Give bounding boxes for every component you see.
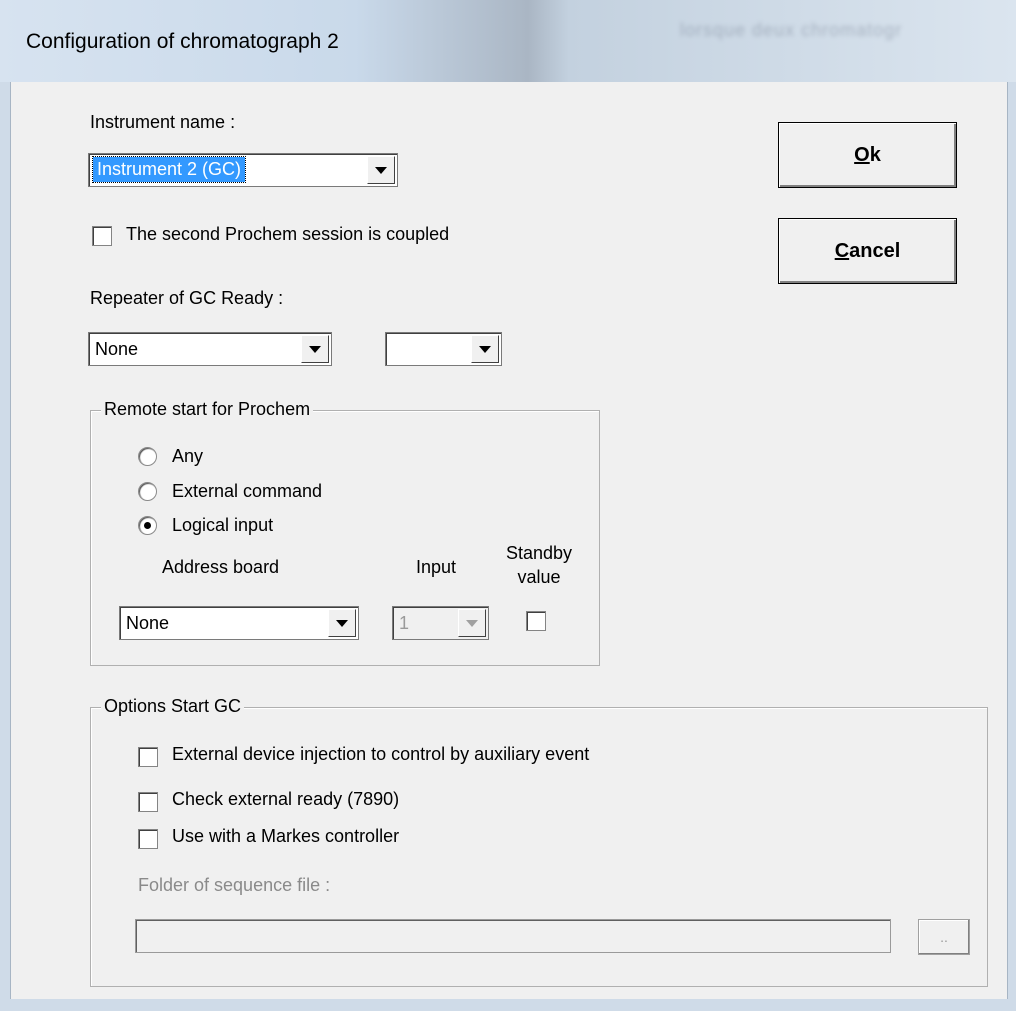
input-combo[interactable]: 1 — [392, 606, 489, 640]
dropdown-arrow-icon[interactable] — [458, 609, 486, 637]
instrument-name-value: Instrument 2 (GC) — [91, 156, 247, 183]
window-frame-bottom — [0, 999, 1016, 1011]
options-start-legend: Options Start GC — [101, 696, 245, 717]
browse-button[interactable]: .. — [918, 919, 970, 955]
radio-selected-dot-icon — [144, 522, 151, 529]
dropdown-arrow-icon[interactable] — [301, 335, 329, 363]
cancel-button[interactable]: Cancel — [778, 218, 957, 284]
ok-button[interactable]: Ok — [778, 122, 957, 188]
address-board-label: Address board — [162, 557, 280, 577]
radio-logical-input[interactable] — [138, 516, 157, 535]
markes-controller-label: Use with a Markes controller — [172, 826, 400, 846]
window-frame-left — [0, 82, 10, 1011]
radio-external-command[interactable] — [138, 482, 157, 501]
ok-button-accel: O — [854, 143, 870, 166]
dropdown-arrow-icon[interactable] — [471, 335, 499, 363]
standby-label-line2: value — [517, 567, 561, 587]
repeater-secondary-combo[interactable] — [385, 332, 502, 366]
address-board-value: None — [126, 613, 170, 633]
ok-button-label: k — [869, 143, 881, 166]
dropdown-arrow-icon[interactable] — [367, 156, 395, 184]
dropdown-arrow-icon[interactable] — [328, 609, 356, 637]
external-injection-checkbox[interactable] — [138, 747, 158, 767]
repeater-value: None — [95, 339, 139, 359]
address-board-combo[interactable]: None — [119, 606, 359, 640]
coupled-session-label: The second Prochem session is coupled — [126, 224, 450, 244]
radio-external-command-label: External command — [172, 481, 323, 501]
input-label: Input — [416, 557, 457, 577]
input-value: 1 — [399, 613, 410, 633]
external-injection-label: External device injection to control by … — [172, 744, 590, 764]
folder-sequence-label: Folder of sequence file : — [138, 875, 331, 895]
instrument-name-combo[interactable]: Instrument 2 (GC) — [88, 153, 398, 187]
radio-any[interactable] — [138, 447, 157, 466]
coupled-session-checkbox[interactable] — [92, 226, 112, 246]
repeater-label: Repeater of GC Ready : — [90, 288, 284, 308]
title-bar[interactable]: Configuration of chromatograph 2 lorsque… — [0, 0, 1016, 82]
folder-sequence-field[interactable] — [135, 919, 891, 953]
radio-any-label: Any — [172, 446, 204, 466]
browse-button-label: .. — [940, 929, 948, 945]
check-external-ready-checkbox[interactable] — [138, 792, 158, 812]
cancel-button-accel: C — [834, 239, 850, 262]
remote-start-legend: Remote start for Prochem — [101, 399, 314, 420]
check-external-ready-label: Check external ready (7890) — [172, 789, 400, 809]
window-title: Configuration of chromatograph 2 — [26, 30, 339, 53]
cancel-button-label: ancel — [849, 239, 901, 262]
standby-value-checkbox[interactable] — [526, 611, 546, 631]
instrument-name-label: Instrument name : — [90, 112, 236, 132]
background-window-title: lorsque deux chromatogr — [680, 20, 903, 40]
radio-logical-input-label: Logical input — [172, 515, 274, 535]
standby-label-line1: Standby — [505, 543, 573, 563]
repeater-combo[interactable]: None — [88, 332, 332, 366]
markes-controller-checkbox[interactable] — [138, 829, 158, 849]
